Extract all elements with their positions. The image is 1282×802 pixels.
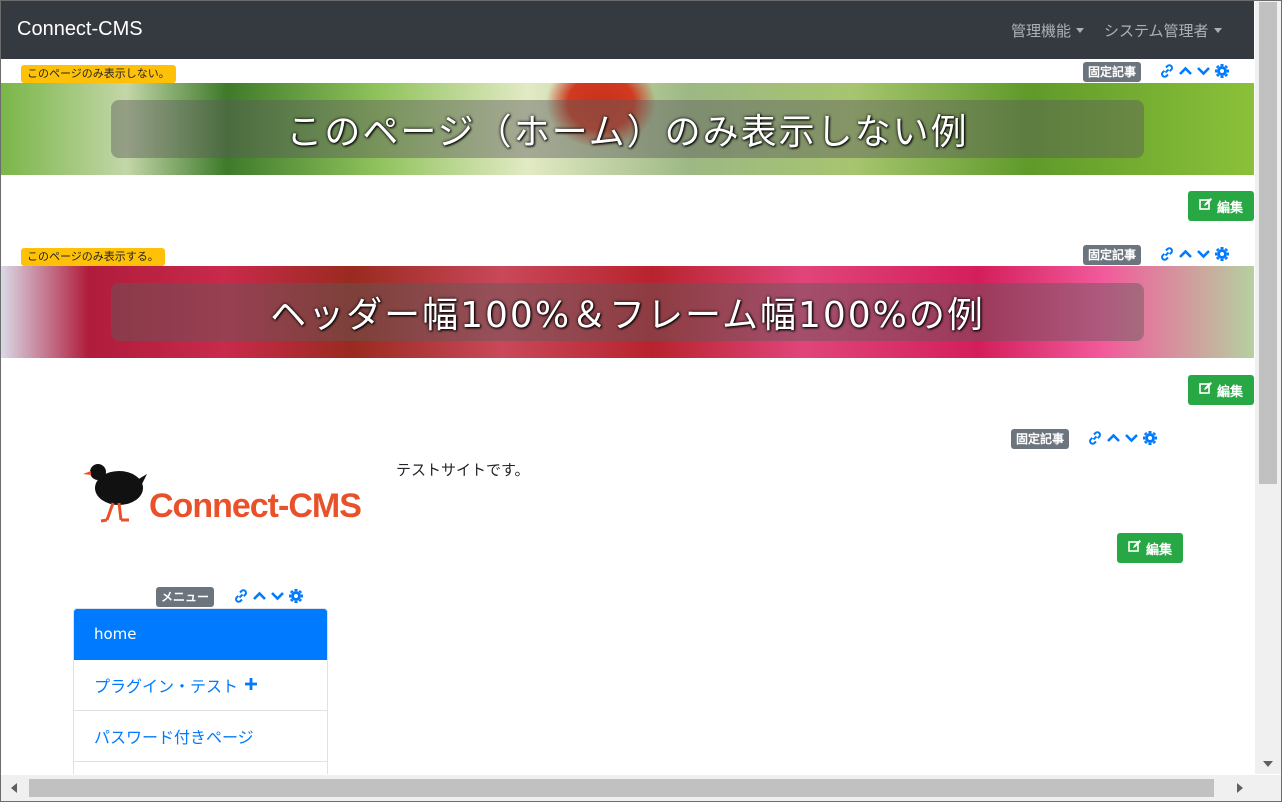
site-description: テストサイトです。 <box>396 461 530 479</box>
frame1-type-badge: 固定記事 <box>1083 62 1142 82</box>
gear-icon[interactable] <box>1142 430 1158 446</box>
frame2-type-badge: 固定記事 <box>1083 245 1142 265</box>
user-menu-label: システム管理者 <box>1104 22 1209 40</box>
vertical-scroll-thumb[interactable] <box>1259 2 1277 484</box>
frame2-banner-text: ヘッダー幅100%＆フレーム幅100%の例 <box>111 283 1144 341</box>
link-icon[interactable] <box>233 588 249 604</box>
admin-menu-dropdown[interactable]: 管理機能 <box>1011 20 1085 41</box>
frame3-edit-button[interactable]: 編集 <box>1117 533 1183 563</box>
top-navbar: Connect-CMS 管理機能 システム管理者 <box>1 1 1254 59</box>
page-menu-list: home プラグイン・テスト パスワード付きページ <box>73 608 328 774</box>
menu-item-next[interactable] <box>74 762 327 774</box>
menu-controls <box>233 588 304 604</box>
gear-icon[interactable] <box>1214 246 1230 262</box>
gear-icon[interactable] <box>1214 63 1230 79</box>
menu-item-label: home <box>94 625 137 643</box>
menu-item-home[interactable]: home <box>74 609 327 660</box>
frame1-visibility-note: このページのみ表示しない。 <box>21 65 176 83</box>
frame1-edit-label: 編集 <box>1216 200 1243 216</box>
link-icon[interactable] <box>1087 430 1103 446</box>
frame1-banner-text: このページ（ホーム）のみ表示しない例 <box>111 100 1144 158</box>
chevron-down-icon[interactable] <box>1196 63 1211 79</box>
connect-cms-logo: Connect-CMS <box>81 458 383 526</box>
logo-text: Connect-CMS <box>149 487 362 525</box>
user-menu-dropdown[interactable]: システム管理者 <box>1104 20 1222 41</box>
frame1-edit-button[interactable]: 編集 <box>1188 191 1254 221</box>
edit-icon <box>1199 381 1213 399</box>
chevron-up-icon[interactable] <box>1178 63 1193 79</box>
frame1-controls <box>1159 63 1230 79</box>
frame2-visibility-note: このページのみ表示する。 <box>21 248 165 266</box>
chevron-up-icon[interactable] <box>1178 246 1193 262</box>
menu-item-label: プラグイン・テスト <box>94 677 239 696</box>
admin-menu-label: 管理機能 <box>1011 22 1072 40</box>
gear-icon[interactable] <box>288 588 304 604</box>
menu-item-password-page[interactable]: パスワード付きページ <box>74 711 327 762</box>
horizontal-scrollbar[interactable] <box>1 775 1281 801</box>
bird-logo-icon <box>83 464 147 523</box>
chevron-down-icon[interactable] <box>1196 246 1211 262</box>
edit-icon <box>1128 539 1142 557</box>
horizontal-scroll-thumb[interactable] <box>29 779 1214 797</box>
plus-icon[interactable] <box>244 676 258 695</box>
frame2-edit-label: 編集 <box>1216 384 1243 400</box>
caret-down-icon <box>1213 28 1222 33</box>
menu-item-label: パスワード付きページ <box>94 728 254 747</box>
menu-item-plugin-test[interactable]: プラグイン・テスト <box>74 660 327 711</box>
frame3-controls <box>1087 430 1158 446</box>
scroll-right-arrow-icon[interactable] <box>1237 783 1243 793</box>
chevron-up-icon[interactable] <box>1106 430 1121 446</box>
brand-link[interactable]: Connect-CMS <box>17 18 143 41</box>
link-icon[interactable] <box>1159 246 1175 262</box>
vertical-scrollbar[interactable] <box>1255 1 1281 774</box>
scroll-left-arrow-icon[interactable] <box>11 783 17 793</box>
edit-icon <box>1199 197 1213 215</box>
frame2-controls <box>1159 246 1230 262</box>
page-content: このページのみ表示しない。 固定記事 このページ（ホーム）のみ表示しない例 編集… <box>1 59 1254 774</box>
chevron-down-icon[interactable] <box>270 588 285 604</box>
caret-down-icon <box>1076 28 1085 33</box>
chevron-up-icon[interactable] <box>252 588 267 604</box>
frame3-edit-label: 編集 <box>1145 542 1172 558</box>
frame3-type-badge: 固定記事 <box>1011 429 1070 449</box>
chevron-down-icon[interactable] <box>1124 430 1139 446</box>
frame2-edit-button[interactable]: 編集 <box>1188 375 1254 405</box>
link-icon[interactable] <box>1159 63 1175 79</box>
scroll-down-arrow-icon[interactable] <box>1263 761 1273 767</box>
frame2-banner-image: ヘッダー幅100%＆フレーム幅100%の例 <box>1 266 1254 358</box>
frame1-banner-image: このページ（ホーム）のみ表示しない例 <box>1 83 1254 175</box>
menu-type-badge: メニュー <box>156 587 215 607</box>
